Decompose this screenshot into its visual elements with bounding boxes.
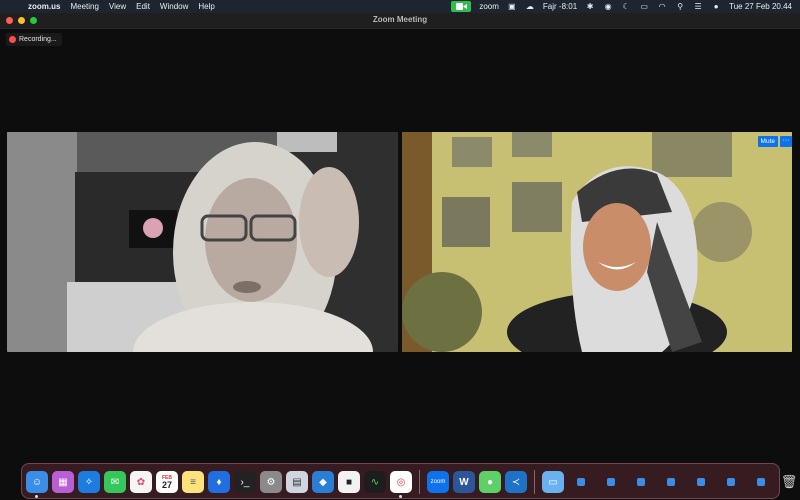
prayer-time-label[interactable]: Fajr -8:01	[543, 2, 577, 11]
participant-video-frame	[7, 132, 398, 352]
bluetooth-icon[interactable]: ✱	[585, 2, 595, 11]
trash-icon[interactable]: 🗑	[778, 471, 800, 493]
roblox-icon[interactable]: ■	[338, 471, 360, 493]
vscode-icon[interactable]: ≺	[505, 471, 527, 493]
recording-indicator[interactable]: Recording...	[6, 33, 62, 46]
roblox-studio-icon[interactable]: ◆	[312, 471, 334, 493]
menu-help[interactable]: Help	[198, 0, 214, 13]
launchpad-icon[interactable]: ▦	[52, 471, 74, 493]
menu-datetime[interactable]: Tue 27 Feb 20.44	[729, 2, 792, 11]
zoom-video-status-icon[interactable]	[451, 1, 472, 12]
video-tile-controls: Mute ···	[757, 136, 792, 147]
calendar-icon[interactable]: FEB 27	[156, 471, 178, 493]
cloud-icon[interactable]: ☁	[525, 2, 535, 11]
downloads-folder-icon[interactable]: ▭	[542, 471, 564, 493]
menu-edit[interactable]: Edit	[136, 0, 150, 13]
siri-icon[interactable]: ●	[711, 2, 721, 11]
wifi-icon[interactable]: ◠	[657, 2, 667, 11]
chrome-icon[interactable]: ◎	[390, 471, 412, 498]
activity-monitor-icon[interactable]: ∿	[364, 471, 386, 493]
app-menu: zoom.us Meeting View Edit Window Help	[28, 0, 215, 13]
macos-dock: ☺ ▦ ✧ ✉ ✿ FEB 27 ≡ ♦ ›_ ⚙ ▤ ◆ ■ ∿ ◎ zoom…	[21, 463, 797, 499]
menu-meeting[interactable]: Meeting	[70, 0, 98, 13]
control-center-icon[interactable]: ☰	[693, 2, 703, 11]
notes-icon[interactable]: ≡	[182, 471, 204, 493]
dock-separator	[419, 470, 420, 494]
zoom-app-icon[interactable]: zoom	[427, 471, 449, 493]
calendar-day: 27	[161, 480, 172, 490]
tool-icon[interactable]: ▣	[507, 2, 517, 11]
zoom-window-titlebar: Zoom Meeting	[0, 13, 800, 29]
android-file-transfer-icon[interactable]: ●	[479, 471, 501, 493]
participant-video-frame	[402, 132, 792, 352]
menu-app-name[interactable]: zoom.us	[28, 0, 60, 13]
minimized-window-icon[interactable]	[637, 478, 645, 486]
preview-icon[interactable]: ▤	[286, 471, 308, 493]
participant-video-right[interactable]	[402, 132, 792, 352]
status-area: zoom ▣ ☁ Fajr -8:01 ✱ ◉ ☾ ▭ ◠ ⚲ ☰ ● Tue …	[451, 0, 792, 13]
moon-icon[interactable]: ☾	[621, 2, 631, 11]
recording-label: Recording...	[19, 36, 57, 43]
terminal-icon[interactable]: ›_	[234, 471, 256, 493]
more-options-button[interactable]: ···	[780, 136, 792, 147]
system-settings-icon[interactable]: ⚙	[260, 471, 282, 493]
window-title: Zoom Meeting	[372, 15, 428, 24]
messages-icon[interactable]: ✉	[104, 471, 126, 493]
word-icon[interactable]: W	[453, 471, 475, 493]
macos-menu-bar: zoom.us Meeting View Edit Window Help zo…	[0, 0, 800, 13]
minimized-window-icon[interactable]	[667, 478, 675, 486]
play-icon[interactable]: ◉	[603, 2, 613, 11]
photos-icon[interactable]: ✿	[130, 471, 152, 493]
search-icon[interactable]: ⚲	[675, 2, 685, 11]
mute-participant-button[interactable]: Mute	[757, 136, 778, 147]
battery-icon[interactable]: ▭	[639, 2, 649, 11]
finder-icon[interactable]: ☺	[26, 471, 48, 498]
menu-view[interactable]: View	[109, 0, 126, 13]
minimized-window-icon[interactable]	[757, 478, 765, 486]
zoom-status-label[interactable]: zoom	[479, 2, 499, 11]
minimized-window-icon[interactable]	[727, 478, 735, 486]
keynote-icon[interactable]: ♦	[208, 471, 230, 493]
participant-video-left[interactable]	[7, 132, 398, 352]
minimized-window-icon[interactable]	[697, 478, 705, 486]
safari-icon[interactable]: ✧	[78, 471, 100, 493]
menu-window[interactable]: Window	[160, 0, 188, 13]
recording-icon	[9, 36, 16, 43]
minimized-window-icon[interactable]	[607, 478, 615, 486]
dock-separator	[534, 470, 535, 494]
minimized-window-icon[interactable]	[577, 478, 585, 486]
